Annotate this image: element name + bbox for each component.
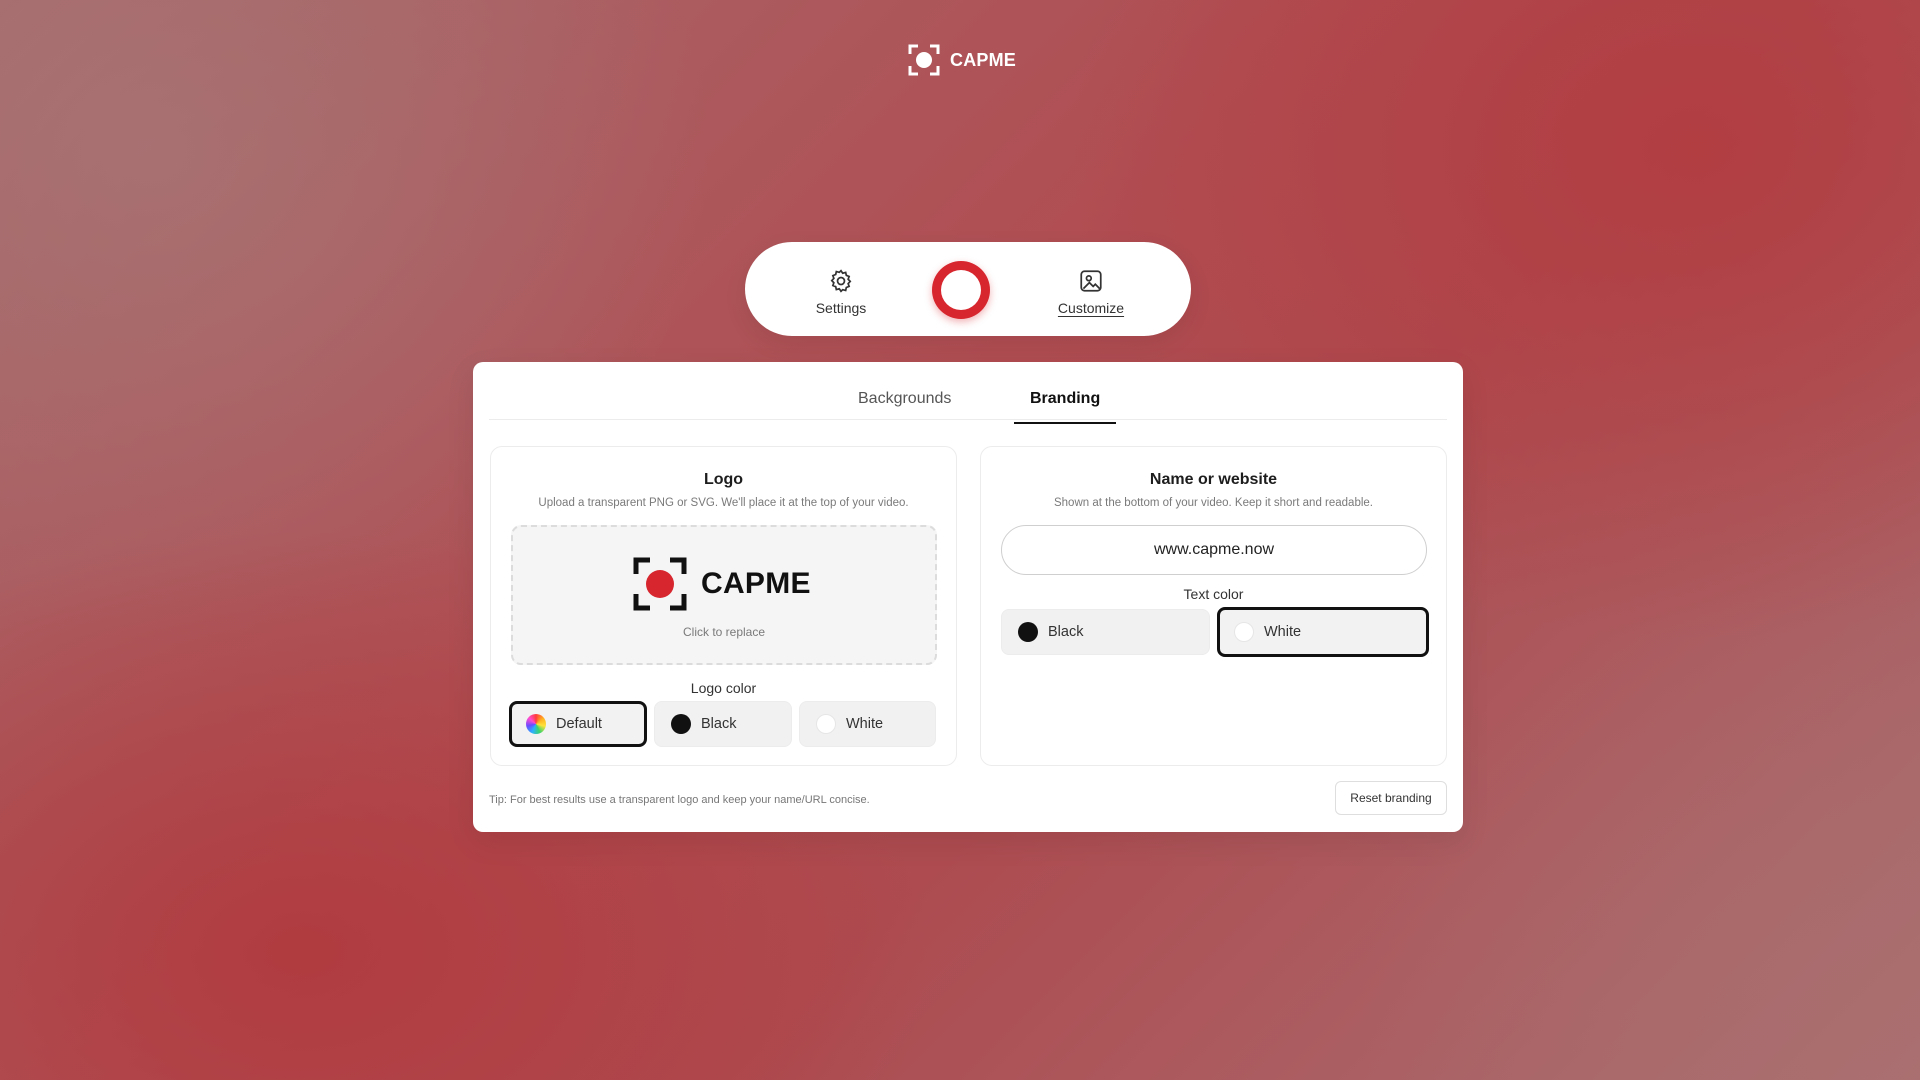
white-swatch-icon: [816, 714, 836, 734]
gear-icon: [830, 269, 852, 293]
option-label: White: [1264, 624, 1302, 640]
tab-backgrounds[interactable]: Backgrounds: [842, 390, 967, 422]
image-icon: [1080, 270, 1102, 292]
white-swatch-icon: [1234, 622, 1254, 642]
customize-button[interactable]: Customize: [1046, 268, 1136, 316]
logo-color-white[interactable]: White: [799, 701, 936, 747]
brand-name: CAPME: [950, 49, 1017, 70]
rainbow-swatch-icon: [526, 714, 546, 734]
tip-text: Tip: For best results use a transparent …: [489, 794, 870, 806]
logo-color-default[interactable]: Default: [509, 701, 647, 747]
capture-record-icon: [633, 557, 687, 611]
logo-color-label: Logo color: [690, 680, 757, 696]
dropzone-hint: Click to replace: [682, 625, 766, 639]
text-color-white[interactable]: White: [1217, 607, 1429, 657]
customize-label: Customize: [1057, 300, 1125, 316]
black-swatch-icon: [1018, 622, 1038, 642]
settings-label: Settings: [815, 300, 867, 316]
tab-bar: Backgrounds Branding: [489, 362, 1447, 424]
settings-button[interactable]: Settings: [796, 268, 886, 316]
name-section-subtitle: Shown at the bottom of your video. Keep …: [1053, 497, 1373, 509]
tab-branding[interactable]: Branding: [1014, 390, 1117, 424]
app-brand: CAPME: [908, 44, 1016, 76]
option-label: Default: [556, 716, 602, 732]
capture-record-icon: [908, 44, 940, 76]
option-label: White: [846, 716, 884, 732]
name-section-title: Name or website: [1149, 471, 1278, 488]
logo-wordmark: CAPME: [701, 567, 811, 600]
recording-control-bar: Settings Customize: [745, 242, 1191, 336]
name-section: Name or website Shown at the bottom of y…: [980, 446, 1447, 766]
logo-color-black[interactable]: Black: [654, 701, 792, 747]
text-color-label: Text color: [1183, 586, 1244, 602]
logo-preview: CAPME: [633, 557, 811, 611]
black-swatch-icon: [671, 714, 691, 734]
option-label: Black: [701, 716, 737, 732]
logo-section-title: Logo: [703, 471, 744, 488]
logo-section-subtitle: Upload a transparent PNG or SVG. We'll p…: [538, 497, 909, 509]
logo-dropzone[interactable]: CAPME Click to replace: [511, 525, 937, 665]
record-button[interactable]: [932, 261, 990, 319]
text-color-black[interactable]: Black: [1001, 609, 1210, 655]
option-label: Black: [1048, 624, 1084, 640]
name-website-input[interactable]: [1001, 525, 1427, 575]
customize-panel: Backgrounds Branding Logo Upload a trans…: [473, 362, 1463, 832]
logo-section: Logo Upload a transparent PNG or SVG. We…: [490, 446, 957, 766]
reset-branding-button[interactable]: Reset branding: [1335, 781, 1447, 815]
